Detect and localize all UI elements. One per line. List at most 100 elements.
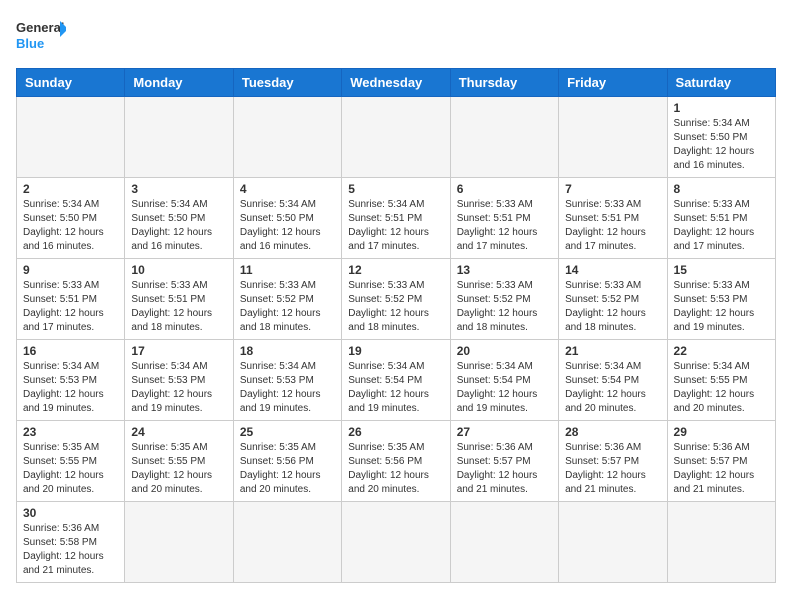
day-header-tuesday: Tuesday xyxy=(233,69,341,97)
day-info: Sunrise: 5:34 AM Sunset: 5:53 PM Dayligh… xyxy=(23,360,118,416)
calendar-cell: 24Sunrise: 5:35 AM Sunset: 5:55 PM Dayli… xyxy=(125,421,233,502)
calendar-cell xyxy=(450,97,558,178)
day-info: Sunrise: 5:35 AM Sunset: 5:55 PM Dayligh… xyxy=(131,441,226,497)
day-info: Sunrise: 5:36 AM Sunset: 5:57 PM Dayligh… xyxy=(565,441,660,497)
day-info: Sunrise: 5:33 AM Sunset: 5:51 PM Dayligh… xyxy=(23,279,118,335)
calendar-week-5: 23 Sunrise: 5:35 AM Sunset: 5:55 PM Dayli… xyxy=(17,421,776,502)
day-number: 20 xyxy=(457,344,552,358)
day-info: Sunrise: 5:33 AM Sunset: 5:52 PM Dayligh… xyxy=(348,279,443,335)
day-number: 2 xyxy=(23,182,118,196)
day-info: Sunrise: 5:33 AM Sunset: 5:51 PM Dayligh… xyxy=(457,198,552,254)
day-info: Sunrise: 5:35 AM Sunset: 5:56 PM Dayligh… xyxy=(240,441,335,497)
day-info: Sunrise: 5:34 AM Sunset: 5:55 PM Dayligh… xyxy=(674,360,769,416)
calendar-cell: 4Sunrise: 5:34 AM Sunset: 5:50 PM Daylig… xyxy=(233,178,341,259)
calendar-cell xyxy=(233,97,341,178)
calendar-cell: 18 Sunrise: 5:34 AM Sunset: 5:53 PM Dayli… xyxy=(233,340,341,421)
calendar-cell: 13 Sunrise: 5:33 AM Sunset: 5:52 PM Dayli… xyxy=(450,259,558,340)
calendar-cell: 25 Sunrise: 5:35 AM Sunset: 5:56 PM Dayli… xyxy=(233,421,341,502)
calendar-cell: 21Sunrise: 5:34 AM Sunset: 5:54 PM Dayli… xyxy=(559,340,667,421)
calendar-week-1: 1 Sunrise: 5:34 AM Sunset: 5:50 PM Daylig… xyxy=(17,97,776,178)
calendar-cell: 27Sunrise: 5:36 AM Sunset: 5:57 PM Dayli… xyxy=(450,421,558,502)
calendar-week-6: 30 Sunrise: 5:36 AM Sunset: 5:58 PM Dayli… xyxy=(17,502,776,583)
day-info: Sunrise: 5:34 AM Sunset: 5:50 PM Dayligh… xyxy=(674,117,769,173)
day-number: 22 xyxy=(674,344,769,358)
day-info: Sunrise: 5:34 AM Sunset: 5:54 PM Dayligh… xyxy=(457,360,552,416)
day-number: 9 xyxy=(23,263,118,277)
day-number: 8 xyxy=(674,182,769,196)
day-number: 11 xyxy=(240,263,335,277)
day-number: 3 xyxy=(131,182,226,196)
calendar-cell xyxy=(342,502,450,583)
day-info: Sunrise: 5:34 AM Sunset: 5:50 PM Dayligh… xyxy=(131,198,226,254)
calendar-cell: 16 Sunrise: 5:34 AM Sunset: 5:53 PM Dayli… xyxy=(17,340,125,421)
calendar-cell: 19Sunrise: 5:34 AM Sunset: 5:54 PM Dayli… xyxy=(342,340,450,421)
calendar-cell: 15 Sunrise: 5:33 AM Sunset: 5:53 PM Dayli… xyxy=(667,259,775,340)
calendar-cell: 7 Sunrise: 5:33 AM Sunset: 5:51 PM Daylig… xyxy=(559,178,667,259)
day-number: 7 xyxy=(565,182,660,196)
calendar-week-4: 16 Sunrise: 5:34 AM Sunset: 5:53 PM Dayli… xyxy=(17,340,776,421)
calendar-cell: 20 Sunrise: 5:34 AM Sunset: 5:54 PM Dayli… xyxy=(450,340,558,421)
day-info: Sunrise: 5:33 AM Sunset: 5:52 PM Dayligh… xyxy=(565,279,660,335)
day-number: 10 xyxy=(131,263,226,277)
day-info: Sunrise: 5:34 AM Sunset: 5:53 PM Dayligh… xyxy=(240,360,335,416)
day-number: 23 xyxy=(23,425,118,439)
calendar-cell: 5 Sunrise: 5:34 AM Sunset: 5:51 PM Daylig… xyxy=(342,178,450,259)
day-info: Sunrise: 5:33 AM Sunset: 5:51 PM Dayligh… xyxy=(565,198,660,254)
calendar-cell: 12Sunrise: 5:33 AM Sunset: 5:52 PM Dayli… xyxy=(342,259,450,340)
day-info: Sunrise: 5:36 AM Sunset: 5:58 PM Dayligh… xyxy=(23,522,118,578)
calendar-cell: 1 Sunrise: 5:34 AM Sunset: 5:50 PM Daylig… xyxy=(667,97,775,178)
day-number: 26 xyxy=(348,425,443,439)
day-info: Sunrise: 5:35 AM Sunset: 5:55 PM Dayligh… xyxy=(23,441,118,497)
day-info: Sunrise: 5:33 AM Sunset: 5:51 PM Dayligh… xyxy=(674,198,769,254)
page-header: General Blue xyxy=(16,16,776,56)
calendar-cell: 26Sunrise: 5:35 AM Sunset: 5:56 PM Dayli… xyxy=(342,421,450,502)
calendar-cell xyxy=(342,97,450,178)
day-number: 16 xyxy=(23,344,118,358)
day-number: 15 xyxy=(674,263,769,277)
calendar-cell xyxy=(125,97,233,178)
day-info: Sunrise: 5:34 AM Sunset: 5:51 PM Dayligh… xyxy=(348,198,443,254)
day-info: Sunrise: 5:34 AM Sunset: 5:54 PM Dayligh… xyxy=(348,360,443,416)
calendar-header-row: SundayMondayTuesdayWednesdayThursdayFrid… xyxy=(17,69,776,97)
svg-text:General: General xyxy=(16,20,64,35)
calendar-cell xyxy=(667,502,775,583)
day-number: 4 xyxy=(240,182,335,196)
logo-svg: General Blue xyxy=(16,16,66,56)
day-header-saturday: Saturday xyxy=(667,69,775,97)
calendar-table: SundayMondayTuesdayWednesdayThursdayFrid… xyxy=(16,68,776,583)
day-number: 30 xyxy=(23,506,118,520)
day-info: Sunrise: 5:34 AM Sunset: 5:50 PM Dayligh… xyxy=(23,198,118,254)
calendar-cell: 8 Sunrise: 5:33 AM Sunset: 5:51 PM Daylig… xyxy=(667,178,775,259)
day-number: 1 xyxy=(674,101,769,115)
day-header-friday: Friday xyxy=(559,69,667,97)
day-number: 13 xyxy=(457,263,552,277)
day-number: 5 xyxy=(348,182,443,196)
day-number: 25 xyxy=(240,425,335,439)
day-number: 17 xyxy=(131,344,226,358)
day-header-wednesday: Wednesday xyxy=(342,69,450,97)
calendar-week-3: 9 Sunrise: 5:33 AM Sunset: 5:51 PM Daylig… xyxy=(17,259,776,340)
day-header-sunday: Sunday xyxy=(17,69,125,97)
calendar-cell: 2 Sunrise: 5:34 AM Sunset: 5:50 PM Daylig… xyxy=(17,178,125,259)
day-header-monday: Monday xyxy=(125,69,233,97)
calendar-cell: 14Sunrise: 5:33 AM Sunset: 5:52 PM Dayli… xyxy=(559,259,667,340)
calendar-cell xyxy=(559,97,667,178)
day-info: Sunrise: 5:33 AM Sunset: 5:51 PM Dayligh… xyxy=(131,279,226,335)
day-info: Sunrise: 5:34 AM Sunset: 5:53 PM Dayligh… xyxy=(131,360,226,416)
day-number: 29 xyxy=(674,425,769,439)
day-info: Sunrise: 5:33 AM Sunset: 5:53 PM Dayligh… xyxy=(674,279,769,335)
day-info: Sunrise: 5:34 AM Sunset: 5:54 PM Dayligh… xyxy=(565,360,660,416)
day-info: Sunrise: 5:33 AM Sunset: 5:52 PM Dayligh… xyxy=(457,279,552,335)
logo: General Blue xyxy=(16,16,66,56)
calendar-week-2: 2 Sunrise: 5:34 AM Sunset: 5:50 PM Daylig… xyxy=(17,178,776,259)
calendar-cell: 6 Sunrise: 5:33 AM Sunset: 5:51 PM Daylig… xyxy=(450,178,558,259)
calendar-cell xyxy=(233,502,341,583)
calendar-cell xyxy=(125,502,233,583)
day-info: Sunrise: 5:36 AM Sunset: 5:57 PM Dayligh… xyxy=(457,441,552,497)
day-number: 18 xyxy=(240,344,335,358)
calendar-cell: 28Sunrise: 5:36 AM Sunset: 5:57 PM Dayli… xyxy=(559,421,667,502)
day-number: 6 xyxy=(457,182,552,196)
calendar-cell xyxy=(450,502,558,583)
svg-text:Blue: Blue xyxy=(16,36,44,51)
calendar-cell: 23 Sunrise: 5:35 AM Sunset: 5:55 PM Dayli… xyxy=(17,421,125,502)
